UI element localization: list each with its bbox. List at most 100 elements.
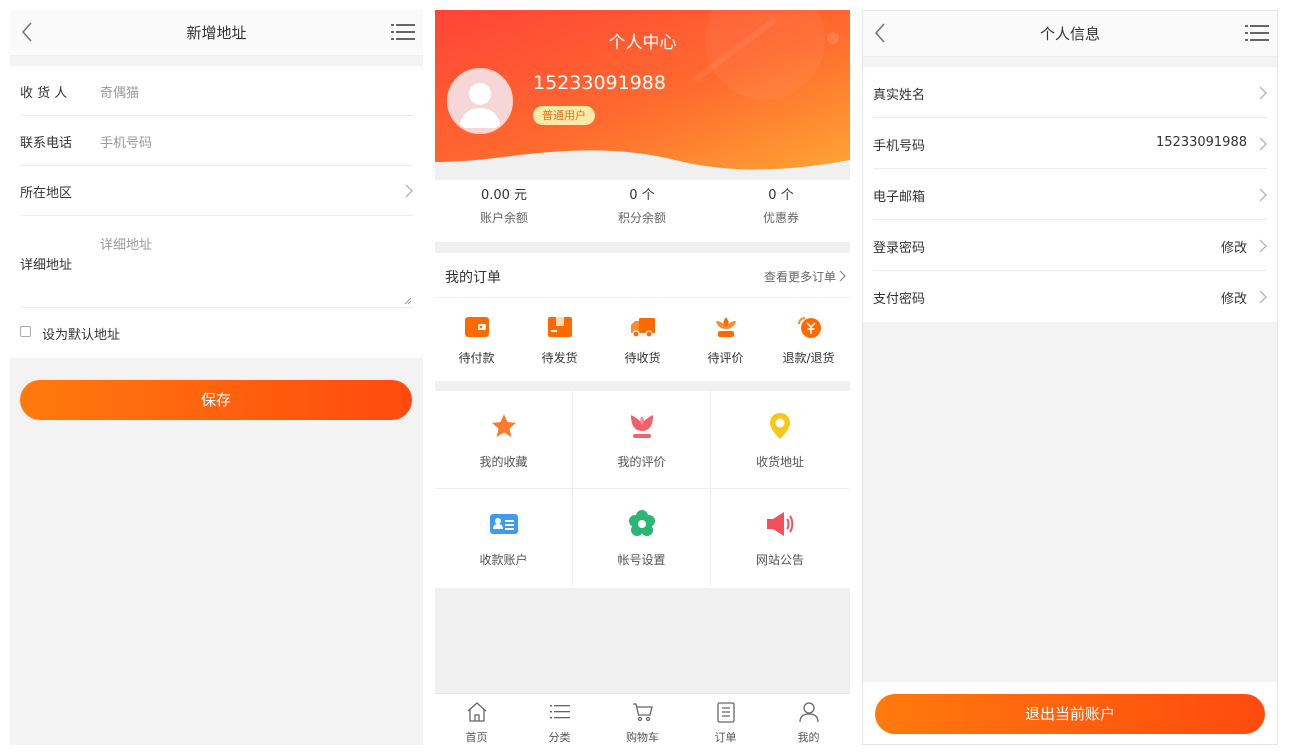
tab-label: 我的 (797, 731, 820, 744)
stat-value: 0 个 (629, 188, 655, 203)
order-pending-payment[interactable]: 待付款 (435, 315, 518, 366)
region-label: 所在地区 (20, 186, 73, 201)
save-button[interactable]: 保存 (20, 380, 412, 420)
order-pending-review[interactable]: 待评价 (684, 315, 767, 366)
grid-label: 我的收藏 (479, 455, 528, 469)
menu-list-icon[interactable] (1245, 23, 1269, 43)
order-item-label: 退款/退货 (782, 351, 835, 365)
region-row[interactable]: 所在地区 (20, 166, 413, 216)
home-icon (467, 702, 486, 722)
address-form: 收 货 人 奇偶猫 联系电话 手机号码 所在地区 详细地址 详细地址 设为默认地… (10, 66, 423, 358)
orders-header: 我的订单 查看更多订单 (435, 253, 850, 298)
truck-icon (630, 318, 655, 338)
order-pending-shipment[interactable]: 待发货 (518, 315, 601, 366)
add-address-screen: 新增地址 收 货 人 奇偶猫 联系电话 手机号码 所在地区 详细地址 详细地址 … (10, 10, 423, 745)
tab-category[interactable]: 分类 (518, 701, 601, 745)
chevron-right-icon (839, 270, 846, 282)
grid-shipping-address[interactable]: 收货地址 (711, 391, 849, 489)
logout-footer: 退出当前账户 (863, 682, 1277, 744)
chevron-right-icon (1259, 188, 1267, 202)
grid-site-announcement[interactable]: 网站公告 (711, 489, 849, 587)
grid-favorites[interactable]: 我的收藏 (435, 391, 573, 489)
row-email[interactable]: 电子邮箱 (873, 169, 1267, 220)
wallet-icon (464, 317, 489, 337)
stat-value: 0 个 (768, 188, 794, 203)
stat-value: 0.00 元 (480, 188, 528, 203)
chevron-right-icon (1259, 86, 1267, 100)
tulip-icon (630, 415, 653, 438)
grid-payment-account[interactable]: 收款账户 (435, 489, 573, 587)
gear-flower-icon (628, 510, 655, 536)
package-icon (547, 317, 572, 337)
chevron-right-icon (1259, 137, 1267, 151)
tab-home[interactable]: 首页 (435, 701, 518, 745)
chevron-right-icon (1259, 290, 1267, 304)
header: 新增地址 (10, 10, 423, 56)
detail-address-row[interactable]: 详细地址 详细地址 (20, 216, 413, 308)
consignee-label: 收 货 人 (20, 86, 68, 101)
page-title: 个人中心 (608, 33, 677, 53)
personal-info-screen: 个人信息 真实姓名 手机号码 15233091988 电子邮箱 登录密码 修改 … (862, 10, 1278, 745)
page-title: 新增地址 (186, 24, 247, 42)
row-label: 电子邮箱 (873, 190, 926, 205)
orders-title: 我的订单 (445, 270, 501, 286)
view-more-orders-link[interactable]: 查看更多订单 (764, 268, 836, 285)
flower-icon (715, 317, 736, 337)
row-label: 支付密码 (873, 292, 926, 307)
cart-icon (632, 703, 653, 722)
account-stats: 0.00 元 账户余额 0 个 积分余额 0 个 优惠券 (435, 180, 850, 242)
grid-label: 收款账户 (479, 553, 528, 567)
row-value: 修改 (1220, 241, 1247, 256)
phone-label: 联系电话 (20, 136, 73, 151)
refund-icon (797, 317, 821, 338)
stat-balance[interactable]: 0.00 元 账户余额 (435, 184, 573, 226)
row-label: 手机号码 (873, 139, 926, 154)
tab-mine[interactable]: 我的 (767, 701, 850, 745)
consignee-row[interactable]: 收 货 人 奇偶猫 (20, 66, 413, 116)
default-address-row[interactable]: 设为默认地址 (20, 308, 423, 358)
detail-address-textarea[interactable]: 详细地址 (100, 234, 152, 253)
menu-list-icon[interactable] (391, 22, 415, 42)
order-pending-receipt[interactable]: 待收货 (601, 315, 684, 366)
consignee-input[interactable]: 奇偶猫 (100, 82, 139, 101)
order-item-label: 待评价 (707, 351, 744, 365)
default-address-label: 设为默认地址 (42, 328, 121, 343)
location-pin-icon (770, 413, 790, 439)
grid-label: 帐号设置 (617, 553, 666, 567)
stat-coupons[interactable]: 0 个 优惠券 (712, 184, 850, 226)
grid-my-reviews[interactable]: 我的评价 (573, 391, 711, 489)
tab-cart[interactable]: 购物车 (601, 701, 684, 745)
user-icon (798, 702, 819, 723)
order-item-label: 待付款 (458, 351, 495, 365)
order-refund[interactable]: 退款/退货 (767, 315, 850, 366)
user-level-badge: 普通用户 (533, 106, 595, 125)
id-card-icon (489, 514, 518, 534)
list-icon (549, 705, 570, 719)
phone-input[interactable]: 手机号码 (100, 132, 152, 151)
row-payment-password[interactable]: 支付密码 修改 (873, 271, 1267, 322)
grid-label: 收货地址 (755, 455, 804, 469)
detail-address-label: 详细地址 (20, 258, 73, 273)
tab-orders[interactable]: 订单 (684, 701, 767, 745)
avatar[interactable] (447, 68, 513, 134)
order-item-label: 待收货 (624, 351, 661, 365)
logout-button[interactable]: 退出当前账户 (875, 694, 1265, 734)
chevron-right-icon (1259, 239, 1267, 253)
stat-label: 账户余额 (479, 211, 528, 225)
resize-handle-icon[interactable] (404, 297, 412, 305)
user-phone: 15233091988 (533, 72, 666, 94)
tab-label: 订单 (714, 731, 737, 744)
grid-account-settings[interactable]: 帐号设置 (573, 489, 711, 587)
row-login-password[interactable]: 登录密码 修改 (873, 220, 1267, 271)
default-address-checkbox[interactable] (20, 326, 31, 337)
row-value: 15233091988 (1156, 135, 1247, 150)
stat-points[interactable]: 0 个 积分余额 (573, 184, 711, 226)
row-phone[interactable]: 手机号码 15233091988 (873, 118, 1267, 169)
phone-row[interactable]: 联系电话 手机号码 (20, 116, 413, 166)
order-item-label: 待发货 (541, 351, 578, 365)
megaphone-icon (767, 512, 794, 536)
grid-label: 网站公告 (755, 553, 804, 567)
profile-hero: 个人中心 15233091988 普通用户 (435, 10, 850, 180)
row-real-name[interactable]: 真实姓名 (873, 67, 1267, 118)
clipboard-icon (716, 702, 735, 723)
